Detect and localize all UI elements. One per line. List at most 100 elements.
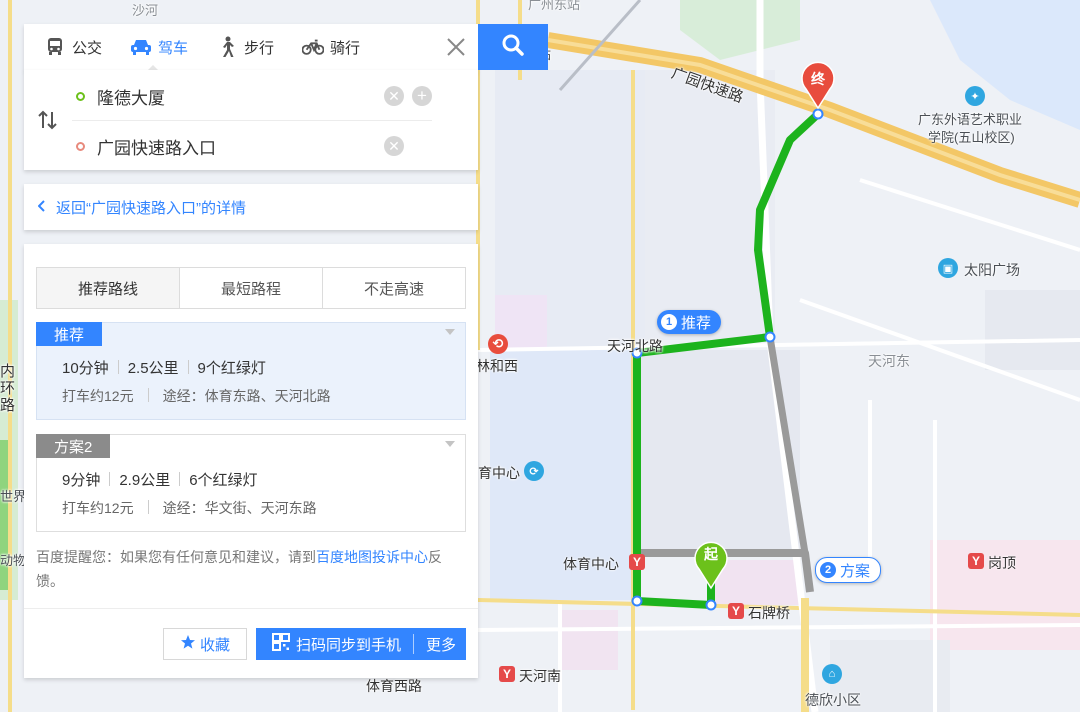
plan-badge: 方案2 — [36, 434, 111, 458]
metro-icon[interactable]: Y — [499, 666, 515, 682]
map-label-tianhe-east: 天河东 — [868, 353, 910, 369]
swap-icon[interactable] — [37, 110, 59, 130]
metro-icon[interactable]: Y — [629, 554, 645, 570]
mode-car[interactable]: 驾车 — [110, 24, 196, 71]
route-tag-alt[interactable]: 2 方案 — [815, 557, 882, 583]
map-label-gangding: 岗顶 — [988, 555, 1016, 571]
plan-via: 途经：华文街、天河东路 — [162, 500, 317, 516]
plan-time: 9分钟 — [62, 472, 101, 489]
travel-mode-bar: 公交 驾车 步行 骑行 — [24, 24, 478, 71]
star-icon — [180, 634, 196, 654]
mode-walk[interactable]: 步行 — [196, 24, 282, 70]
tip-prefix: 百度提醒您：如果您有任何意见和建议，请到 — [36, 549, 316, 565]
route-tag-label: 推荐 — [681, 314, 712, 332]
sync-label: 扫码同步到手机 — [296, 636, 402, 654]
route-plan-1[interactable]: 推荐 10分钟 2.5公里 9个红绿灯 打车约12元 途经：体育东路、天河北路 — [36, 322, 466, 420]
tab-no-highway[interactable]: 不走高速 — [322, 268, 465, 308]
destination-value: 广园快速路入口 — [97, 138, 216, 158]
mode-bus[interactable]: 公交 — [24, 24, 110, 70]
route-strategy-tabs: 推荐路线 最短路程 不走高速 — [36, 267, 466, 309]
mode-walk-label: 步行 — [244, 39, 275, 57]
map-label-sports-center: 体育中心 — [563, 556, 619, 572]
map-label-linhexi: 林和西 — [476, 358, 518, 374]
start-marker-label: 起 — [703, 546, 719, 563]
mode-bus-label: 公交 — [72, 39, 103, 57]
plan-distance: 2.9公里 — [119, 472, 171, 489]
mall-icon[interactable]: ▣ — [938, 258, 958, 278]
metro-icon[interactable]: Y — [968, 553, 984, 569]
metro-icon[interactable]: Y — [728, 603, 744, 619]
favorite-button[interactable]: 收藏 — [163, 628, 247, 660]
action-bar: 收藏 扫码同步到手机 更多 — [24, 608, 478, 679]
map-label-guangzhou-east: 广州东站 — [528, 0, 581, 12]
map-label-tiyu-west: 体育西路 — [366, 678, 422, 694]
map-label-dexin: 德欣小区 — [805, 692, 861, 708]
plan-distance: 2.5公里 — [127, 360, 179, 377]
bike-icon — [302, 36, 325, 58]
close-icon[interactable] — [444, 35, 468, 59]
back-to-details-link[interactable]: 返回“广园快速路入口”的详情 — [24, 184, 478, 230]
plan-via: 途经：体育东路、天河北路 — [162, 388, 331, 404]
tab-recommended[interactable]: 推荐路线 — [37, 268, 179, 308]
origin-field[interactable]: 隆德大厦 ✕ + — [72, 72, 432, 121]
destination-dot-icon — [76, 141, 85, 151]
map-label-school: 广东外语艺术职业 — [918, 112, 1023, 127]
route-tag-number: 2 — [820, 562, 836, 578]
plan-traffic-lights: 6个红绿灯 — [189, 472, 258, 489]
interchange-icon[interactable]: ⟲ — [488, 334, 508, 354]
route-tag-label: 方案 — [840, 562, 871, 580]
map-label-school-2: 学院(五山校区) — [928, 130, 1015, 145]
map-label-shahe: 沙河 — [132, 3, 159, 18]
more-button[interactable]: 更多 — [426, 634, 456, 655]
map-block — [715, 560, 800, 605]
complaint-center-link[interactable]: 百度地图投诉中心 — [316, 549, 428, 565]
chevron-down-icon[interactable] — [445, 441, 455, 447]
route-inputs: 隆德大厦 ✕ + 广园快速路入口 ✕ — [24, 70, 478, 170]
route-plan-2[interactable]: 方案2 9分钟 2.9公里 6个红绿灯 打车约12元 途经：华文街、天河东路 — [36, 434, 466, 532]
end-marker-label: 终 — [811, 71, 826, 88]
residence-icon[interactable]: ⌂ — [822, 664, 842, 684]
feedback-tip: 百度提醒您：如果您有任何意见和建议，请到百度地图投诉中心反馈。 — [36, 545, 466, 593]
map-label-inner-ring-3: 路 — [0, 397, 16, 414]
map-block — [558, 610, 618, 670]
search-button[interactable] — [478, 24, 548, 70]
search-icon — [501, 33, 525, 62]
origin-dot-icon — [76, 91, 85, 101]
map-label-tianhe-north-road: 天河北路 — [607, 338, 663, 354]
qr-code-icon — [272, 633, 290, 655]
clear-destination-icon[interactable]: ✕ — [384, 136, 404, 156]
tab-shortest[interactable]: 最短路程 — [179, 268, 322, 308]
map-label-world: 世界 — [0, 489, 27, 504]
map-label-sports-center-poi: 育中心 — [478, 465, 520, 481]
map-block — [985, 290, 1080, 370]
mode-bike[interactable]: 骑行 — [282, 24, 368, 70]
route-tag-recommended[interactable]: 1 推荐 — [657, 310, 722, 334]
clear-origin-icon[interactable]: ✕ — [384, 86, 404, 106]
map-label-sun-plaza: 太阳广场 — [964, 262, 1020, 278]
destination-field[interactable]: 广园快速路入口 ✕ — [72, 122, 432, 170]
chevron-down-icon[interactable] — [445, 329, 455, 335]
stadium-icon[interactable]: ⟳ — [524, 461, 544, 481]
sync-to-phone-button[interactable]: 扫码同步到手机 更多 — [256, 628, 466, 660]
plan-badge: 推荐 — [36, 322, 103, 346]
add-waypoint-icon[interactable]: + — [412, 86, 432, 106]
map-block — [645, 70, 775, 340]
car-icon — [130, 36, 152, 58]
map-label-shipaiqiao: 石牌桥 — [748, 605, 790, 621]
favorite-label: 收藏 — [199, 636, 230, 654]
back-link-text: 返回“广园快速路入口”的详情 — [56, 199, 246, 217]
origin-value: 隆德大厦 — [97, 88, 165, 108]
school-icon[interactable]: ✦ — [965, 86, 985, 106]
bus-icon — [44, 36, 66, 58]
chevron-left-icon — [37, 199, 46, 215]
route-tag-number: 1 — [661, 314, 677, 330]
plan-taxi-fare: 打车约12元 — [62, 500, 134, 516]
mode-bike-label: 骑行 — [330, 39, 361, 57]
map-label-tianhe-south: 天河南 — [519, 668, 561, 684]
walk-icon — [216, 36, 238, 58]
mode-car-label: 驾车 — [158, 39, 189, 57]
plan-traffic-lights: 9个红绿灯 — [197, 360, 266, 377]
map-label-zoo: 动物 — [0, 553, 27, 568]
plan-time: 10分钟 — [62, 360, 109, 377]
route-results: 推荐路线 最短路程 不走高速 推荐 10分钟 2.5公里 9个红绿灯 打车约12… — [24, 244, 478, 678]
